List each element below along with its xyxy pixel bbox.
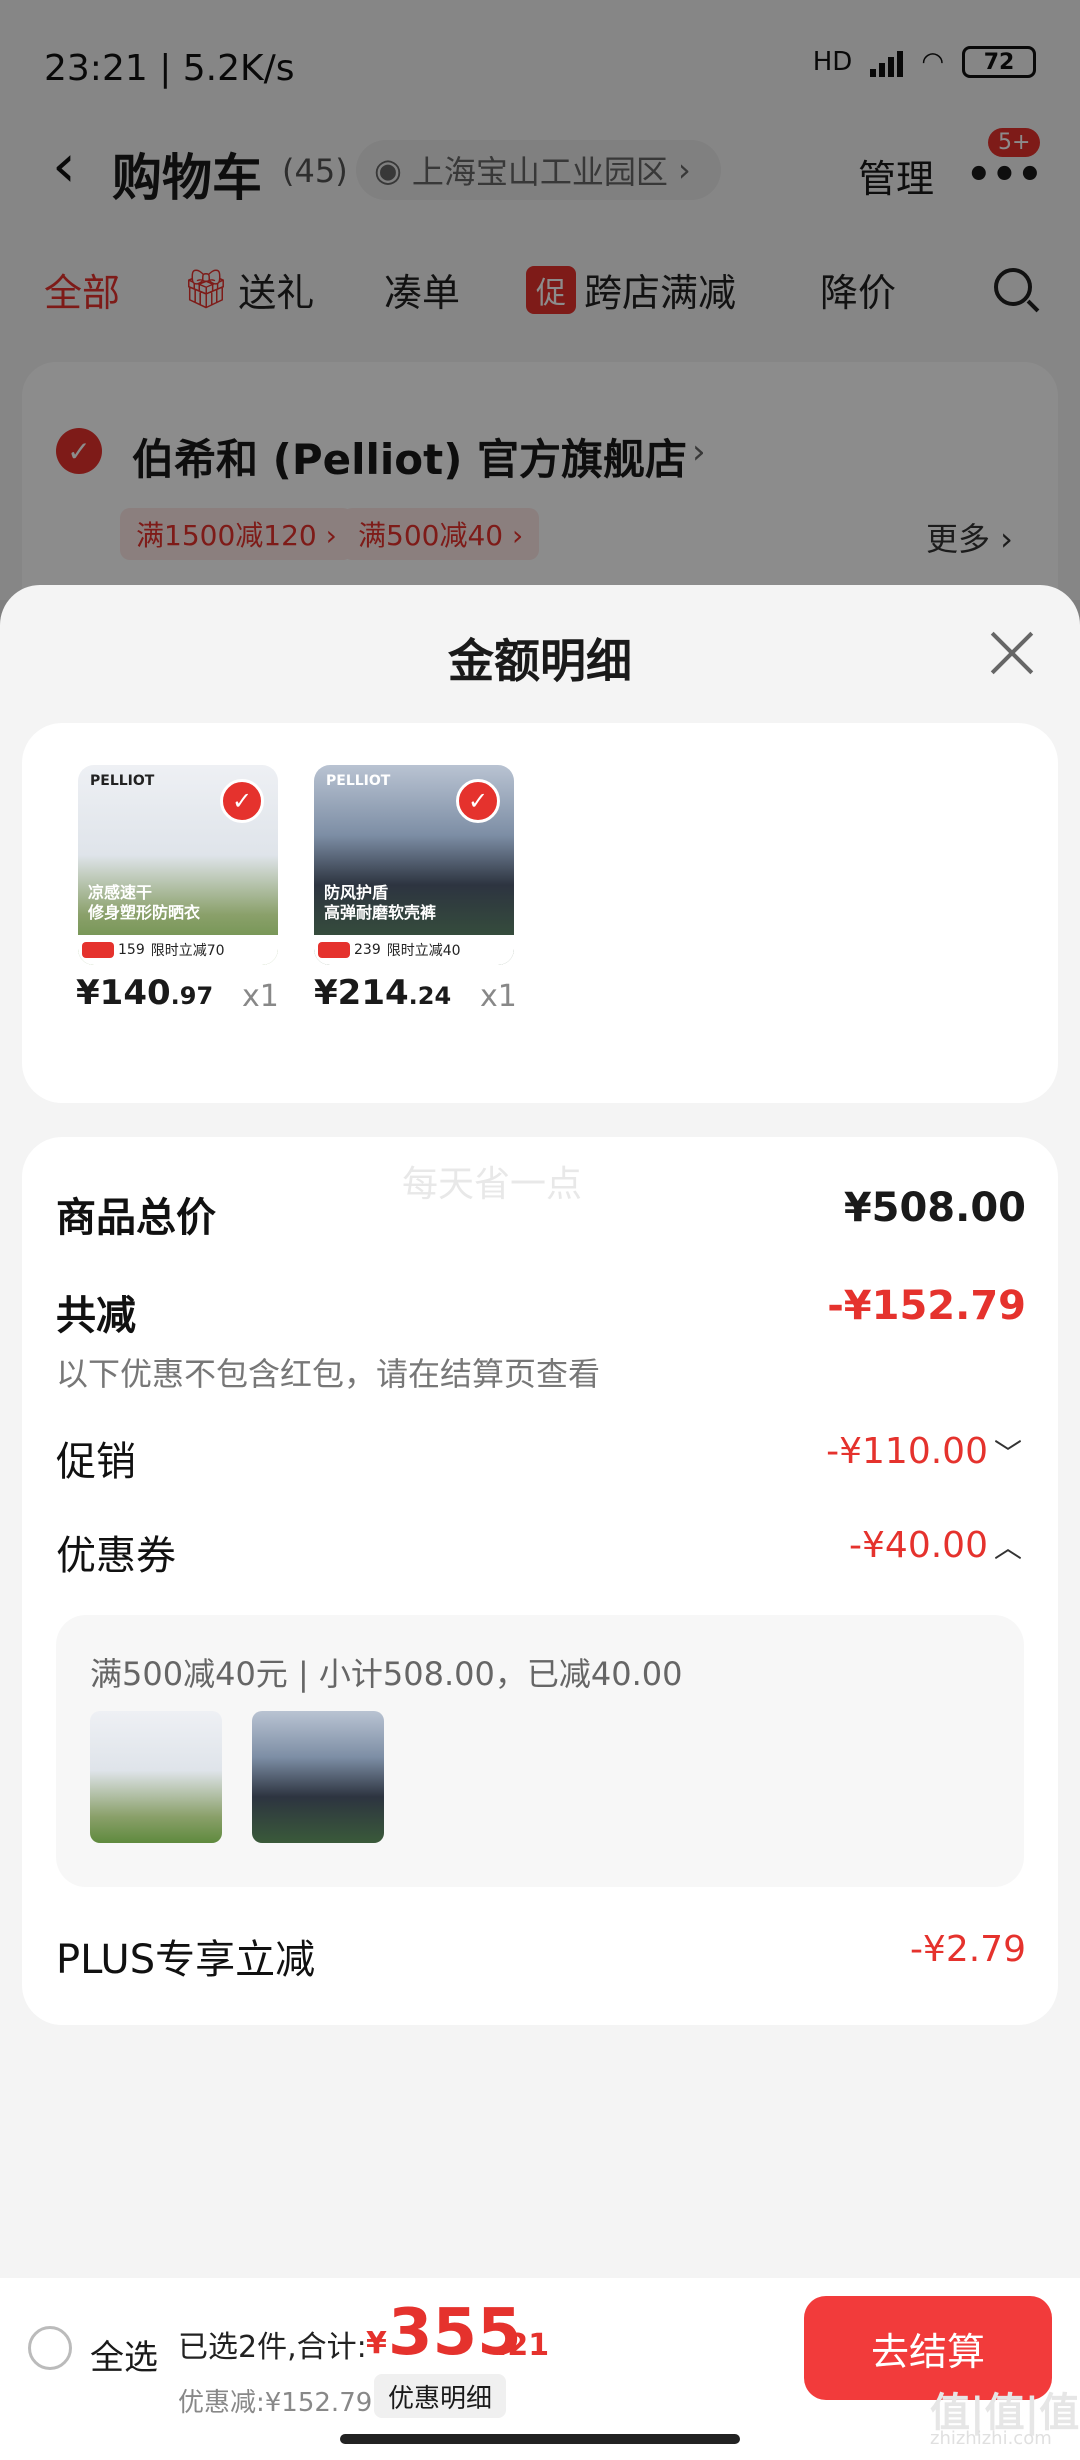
close-icon[interactable] <box>988 629 1036 677</box>
coupon-product-thumb <box>90 1711 222 1843</box>
promo-value-toggle[interactable]: -¥110.00 ﹀ <box>826 1431 1022 1472</box>
coupon-value-toggle[interactable]: -¥40.00 ︿ <box>849 1525 1022 1566</box>
amount-detail-sheet: 金额明细 PELLIOT 凉感速干 修身塑形防晒衣 159 限时立减70 ✓ ¥1… <box>0 585 1080 2460</box>
product-qty: x1 <box>480 979 517 1014</box>
total-value: ¥508.00 <box>843 1185 1026 1231</box>
product-price: ¥140.97 <box>76 973 214 1013</box>
site-watermark-url: zhizhizhi.com <box>930 2428 1052 2449</box>
discount-detail-button[interactable]: 优惠明细 <box>374 2374 507 2418</box>
reduce-value: -¥152.79 <box>827 1283 1026 1329</box>
discount-summary: 优惠减:¥152.79 <box>178 2388 373 2418</box>
watermark: 每天省一点 <box>402 1164 583 1205</box>
coupon-label: 优惠券 <box>56 1533 176 1579</box>
overlay-dim[interactable] <box>0 0 1080 600</box>
sheet-title: 金额明细 <box>448 634 632 688</box>
reduce-note: 以下优惠不包含红包，请在结算页查看 <box>56 1355 601 1393</box>
product-item[interactable]: PELLIOT 防风护盾 高弹耐磨软壳裤 239 限时立减40 ✓ <box>314 765 514 965</box>
select-all-radio[interactable] <box>28 2326 72 2370</box>
check-icon: ✓ <box>220 779 264 823</box>
chevron-down-icon: ﹀ <box>993 1437 1022 1470</box>
plus-label: PLUS专享立减 <box>56 1937 316 1983</box>
selected-products-card: PELLIOT 凉感速干 修身塑形防晒衣 159 限时立减70 ✓ ¥140.97… <box>22 723 1058 1103</box>
total-currency: ¥ <box>366 2326 387 2361</box>
select-all-label[interactable]: 全选 <box>90 2330 158 2379</box>
promo-label: 促销 <box>56 1439 136 1485</box>
coupon-product-thumb <box>252 1711 384 1843</box>
plus-value: -¥2.79 <box>909 1929 1026 1970</box>
selected-summary: 已选2件,合计: <box>178 2330 367 2365</box>
coupon-detail-box: 满500减40元 | 小计508.00，已减40.00 <box>56 1615 1024 1887</box>
product-item[interactable]: PELLIOT 凉感速干 修身塑形防晒衣 159 限时立减70 ✓ <box>78 765 278 965</box>
home-indicator[interactable] <box>340 2434 740 2444</box>
check-icon: ✓ <box>456 779 500 823</box>
total-cents: .21 <box>496 2328 550 2363</box>
product-price: ¥214.24 <box>314 973 452 1013</box>
price-breakdown-card: 每天省一点 商品总价 ¥508.00 共减 -¥152.79 以下优惠不包含红包… <box>22 1137 1058 2025</box>
checkout-bar: 全选 已选2件,合计: ¥ 355 .21 优惠减:¥152.79 优惠明细 去… <box>0 2278 1080 2460</box>
coupon-detail-text: 满500减40元 | 小计508.00，已减40.00 <box>90 1655 683 1693</box>
product-qty: x1 <box>242 979 279 1014</box>
product-image: PELLIOT 凉感速干 修身塑形防晒衣 159 限时立减70 ✓ <box>78 765 278 965</box>
total-label: 商品总价 <box>56 1195 216 1241</box>
product-image: PELLIOT 防风护盾 高弹耐磨软壳裤 239 限时立减40 ✓ <box>314 765 514 965</box>
reduce-label: 共减 <box>56 1293 136 1339</box>
chevron-up-icon: ︿ <box>993 1531 1022 1564</box>
